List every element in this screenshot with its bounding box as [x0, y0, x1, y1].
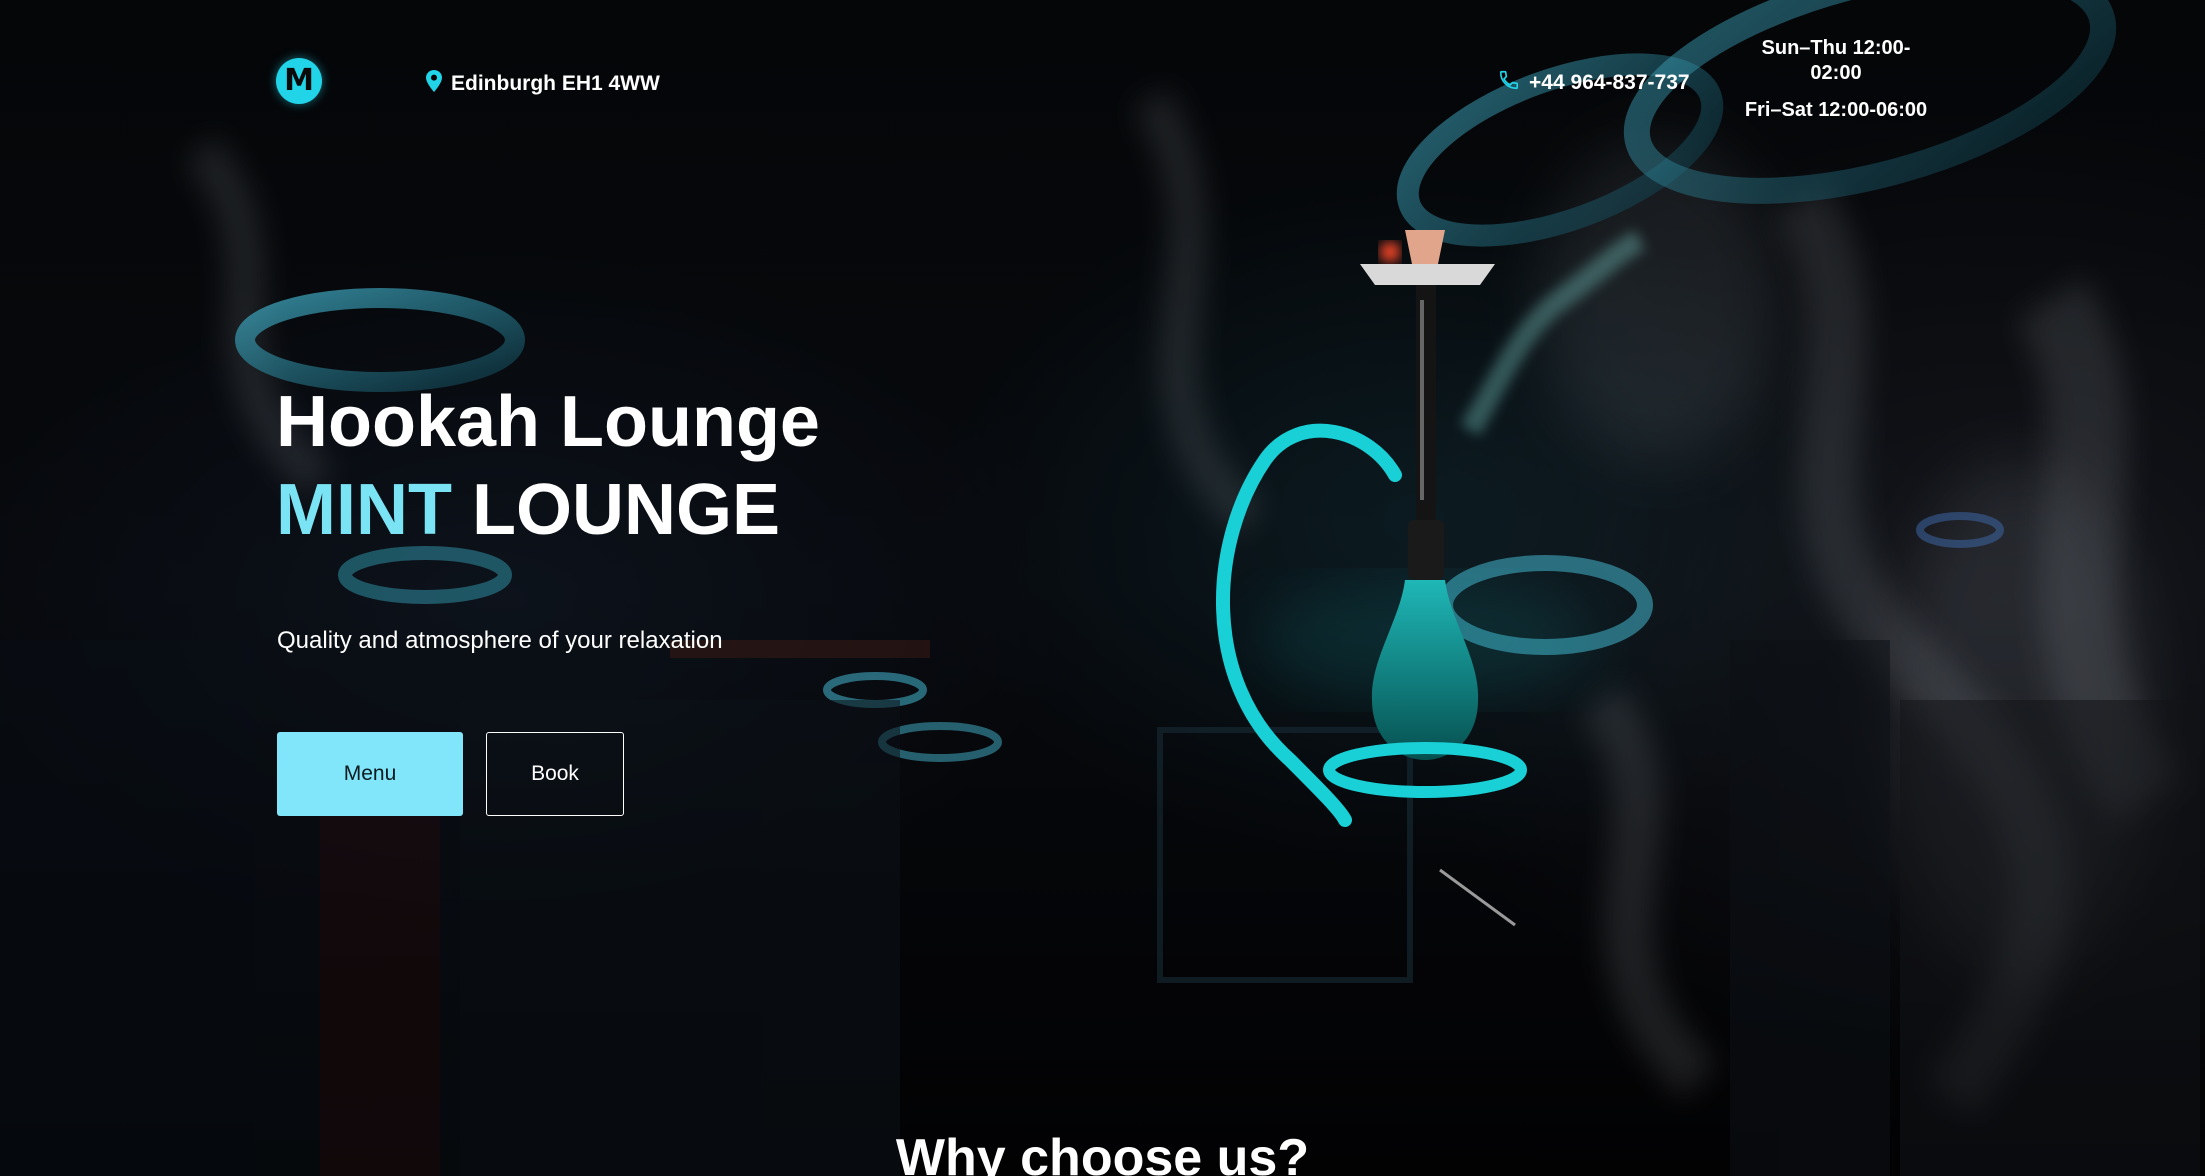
hero-title-accent: MINT	[276, 470, 452, 550]
opening-hours: Sun–Thu 12:00-02:00 Fri–Sat 12:00-06:00	[1720, 36, 1952, 123]
hours-weekday: Sun–Thu 12:00-02:00	[1761, 37, 1911, 84]
phone-icon	[1498, 69, 1520, 97]
hero-title-rest: LOUNGE	[471, 470, 780, 550]
why-choose-us-heading: Why choose us?	[895, 1129, 1310, 1176]
book-button[interactable]: Book	[486, 732, 624, 816]
logo[interactable]: M	[276, 58, 322, 104]
menu-button[interactable]: Menu	[277, 732, 463, 816]
lounge-interior-decoration	[0, 640, 2200, 1176]
hero-tagline: Quality and atmosphere of your relaxatio…	[277, 627, 723, 654]
hours-weekend: Fri–Sat 12:00-06:00	[1744, 99, 1928, 121]
location-pin-icon	[426, 70, 442, 98]
address: Edinburgh EH1 4WW	[426, 70, 660, 98]
hero-background-image	[0, 0, 2200, 1176]
address-text: Edinburgh EH1 4WW	[451, 72, 660, 95]
phone-number: +44 964-837-737	[1529, 71, 1690, 94]
phone-link[interactable]: +44 964-837-737	[1498, 69, 1690, 97]
logo-letter: M	[284, 63, 314, 98]
hero-title: Hookah Lounge MINT LOUNGE	[276, 378, 820, 554]
hero-title-line1: Hookah Lounge	[276, 382, 820, 462]
landing-page: M Edinburgh EH1 4WW +44 964-837-737 Sun–…	[0, 0, 2205, 1176]
